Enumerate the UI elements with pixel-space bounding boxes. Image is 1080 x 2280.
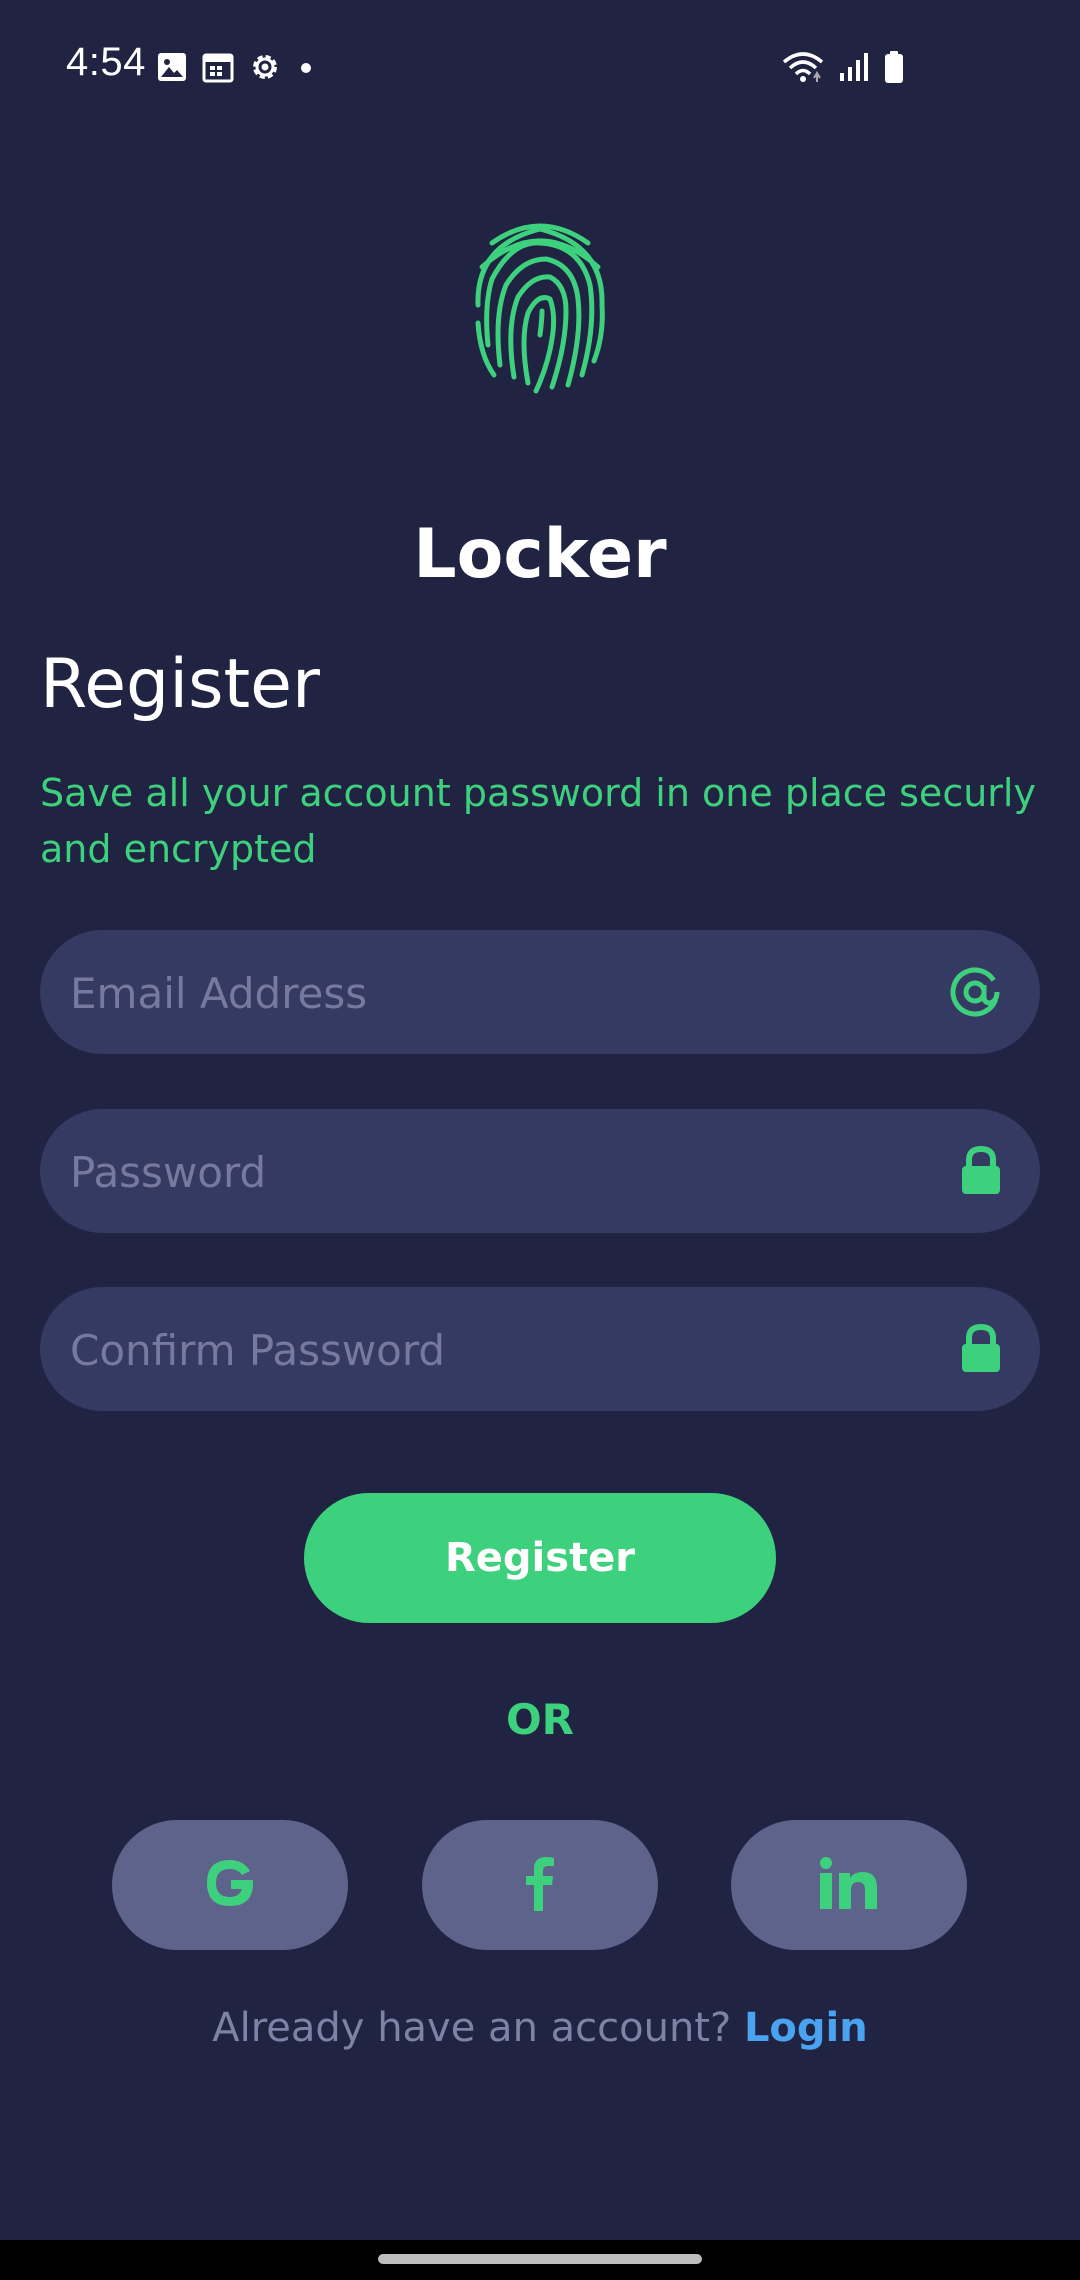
- settings-icon: [248, 50, 282, 88]
- calendar-icon: [202, 51, 234, 87]
- at-icon: [948, 930, 1002, 1054]
- image-icon: [156, 51, 188, 87]
- email-field[interactable]: [40, 930, 1040, 1056]
- login-link[interactable]: Login: [744, 2005, 868, 2051]
- wifi-icon: [782, 50, 824, 88]
- confirm-password-input[interactable]: [68, 1287, 932, 1413]
- linkedin-icon: [817, 1853, 881, 1917]
- navigation-bar: [0, 2240, 1080, 2280]
- dot-icon: [296, 51, 316, 87]
- page-title: Register: [40, 645, 320, 724]
- google-login-button[interactable]: [112, 1820, 348, 1950]
- lock-icon: [960, 1287, 1002, 1411]
- register-button[interactable]: Register: [304, 1493, 776, 1623]
- status-time: 4:54: [66, 40, 146, 84]
- system-icons: [782, 50, 904, 88]
- password-field[interactable]: [40, 1109, 1040, 1235]
- or-divider: OR: [505, 1695, 575, 1744]
- linkedin-login-button[interactable]: [731, 1820, 967, 1950]
- register-screen: 4:54 Locker Register Save all your accou…: [0, 0, 1080, 2280]
- home-gesture-handle[interactable]: [378, 2254, 702, 2264]
- fingerprint-icon: [470, 215, 610, 395]
- login-prompt: Already have an account? Login: [0, 2005, 1080, 2051]
- page-subtitle: Save all your account password in one pl…: [40, 771, 1036, 871]
- battery-icon: [884, 50, 904, 88]
- confirm-password-field[interactable]: [40, 1287, 1040, 1413]
- app-title: Locker: [413, 515, 667, 594]
- lock-icon: [960, 1109, 1002, 1233]
- email-input[interactable]: [68, 930, 932, 1056]
- password-input[interactable]: [68, 1109, 932, 1235]
- status-bar: 4:54: [0, 0, 1080, 130]
- facebook-icon: [520, 1853, 560, 1917]
- notification-icons: [156, 50, 316, 88]
- google-icon: [200, 1853, 260, 1917]
- signal-icon: [838, 51, 870, 87]
- login-prompt-text: Already have an account?: [212, 2005, 732, 2051]
- facebook-login-button[interactable]: [422, 1820, 658, 1950]
